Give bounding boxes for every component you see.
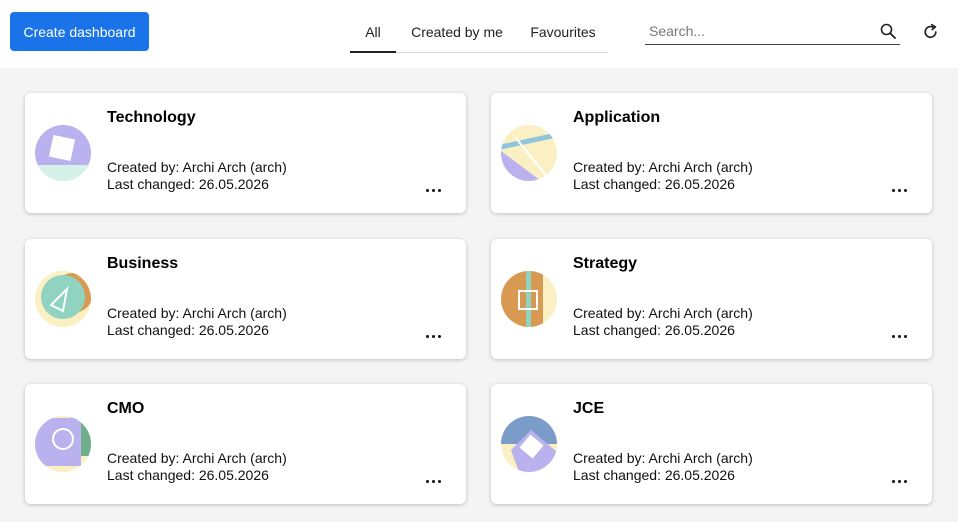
dashboard-thumbnail-icon xyxy=(35,416,91,472)
more-options-icon[interactable] xyxy=(424,185,444,195)
filter-tabs: All Created by me Favourites xyxy=(350,12,608,53)
dashboard-card-business[interactable]: Business Created by: Archi Arch (arch) L… xyxy=(25,239,466,359)
created-by-text: Created by: Archi Arch (arch) xyxy=(573,305,753,321)
last-changed-text: Last changed: 26.05.2026 xyxy=(107,322,269,338)
more-options-icon[interactable] xyxy=(890,331,910,341)
dashboard-title: CMO xyxy=(107,400,145,417)
more-options-icon[interactable] xyxy=(424,331,444,341)
dashboard-title: JCE xyxy=(573,400,605,417)
last-changed-text: Last changed: 26.05.2026 xyxy=(573,467,735,483)
top-toolbar: Create dashboard All Created by me Favou… xyxy=(0,0,958,68)
more-options-icon[interactable] xyxy=(890,476,910,486)
more-options-icon[interactable] xyxy=(424,476,444,486)
refresh-icon[interactable] xyxy=(922,23,939,40)
dashboard-thumbnail-icon xyxy=(501,416,557,472)
dashboard-card-jce[interactable]: JCE Created by: Archi Arch (arch) Last c… xyxy=(491,384,932,504)
dashboard-card-application[interactable]: Application Created by: Archi Arch (arch… xyxy=(491,93,932,213)
dashboard-thumbnail-icon xyxy=(501,125,557,181)
last-changed-text: Last changed: 26.05.2026 xyxy=(107,467,269,483)
last-changed-text: Last changed: 26.05.2026 xyxy=(573,176,735,192)
dashboard-thumbnail-icon xyxy=(35,271,91,327)
create-dashboard-button[interactable]: Create dashboard xyxy=(10,12,149,51)
dashboard-meta: Created by: Archi Arch (arch) Last chang… xyxy=(107,305,287,339)
dashboard-card-cmo[interactable]: CMO Created by: Archi Arch (arch) Last c… xyxy=(25,384,466,504)
search-box xyxy=(645,19,900,45)
tab-favourites[interactable]: Favourites xyxy=(518,12,608,52)
dashboard-title: Application xyxy=(573,109,661,126)
dashboard-title: Strategy xyxy=(573,255,638,272)
dashboard-title: Business xyxy=(107,255,179,272)
last-changed-text: Last changed: 26.05.2026 xyxy=(573,322,735,338)
tab-all[interactable]: All xyxy=(350,12,396,53)
dashboard-thumbnail-icon xyxy=(35,125,91,181)
dashboard-meta: Created by: Archi Arch (arch) Last chang… xyxy=(107,159,287,193)
search-input[interactable] xyxy=(649,19,869,43)
dashboard-meta: Created by: Archi Arch (arch) Last chang… xyxy=(573,450,753,484)
created-by-text: Created by: Archi Arch (arch) xyxy=(573,159,753,175)
search-icon[interactable] xyxy=(880,23,896,39)
created-by-text: Created by: Archi Arch (arch) xyxy=(573,450,753,466)
dashboard-title: Technology xyxy=(107,109,196,126)
dashboard-meta: Created by: Archi Arch (arch) Last chang… xyxy=(573,159,753,193)
created-by-text: Created by: Archi Arch (arch) xyxy=(107,305,287,321)
dashboard-thumbnail-icon xyxy=(501,271,557,327)
tab-created-by-me[interactable]: Created by me xyxy=(396,12,518,52)
dashboard-card-technology[interactable]: Technology Created by: Archi Arch (arch)… xyxy=(25,93,466,213)
last-changed-text: Last changed: 26.05.2026 xyxy=(107,176,269,192)
created-by-text: Created by: Archi Arch (arch) xyxy=(107,159,287,175)
dashboard-meta: Created by: Archi Arch (arch) Last chang… xyxy=(107,450,287,484)
created-by-text: Created by: Archi Arch (arch) xyxy=(107,450,287,466)
dashboard-card-strategy[interactable]: Strategy Created by: Archi Arch (arch) L… xyxy=(491,239,932,359)
dashboard-meta: Created by: Archi Arch (arch) Last chang… xyxy=(573,305,753,339)
more-options-icon[interactable] xyxy=(890,185,910,195)
